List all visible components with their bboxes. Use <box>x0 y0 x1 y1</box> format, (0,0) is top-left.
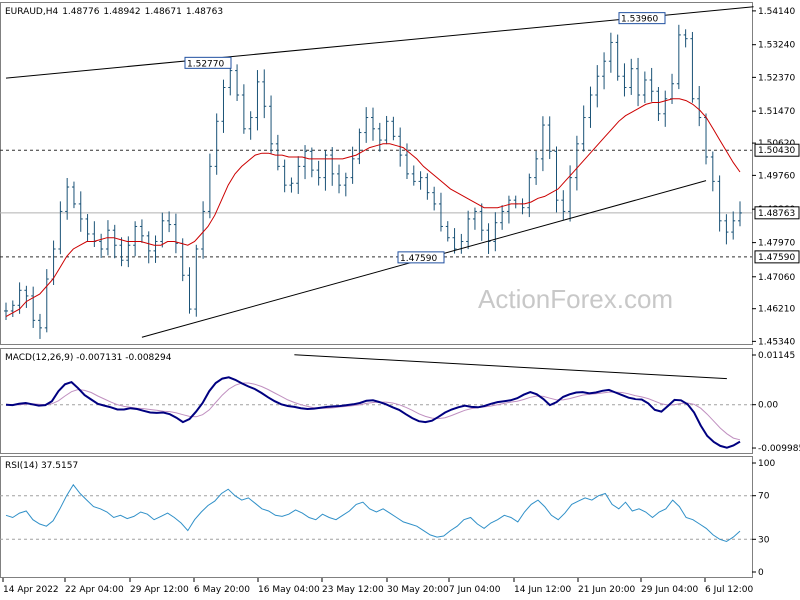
rsi-title: RSI(14) 37.5157 <box>5 461 78 471</box>
rsi-line <box>5 483 741 543</box>
rsi-tick-3: 0 <box>758 568 764 578</box>
price-tick-5: 1.49760 <box>758 171 795 181</box>
price-low: 1.48671 <box>145 7 182 17</box>
price-tick-7: 1.47970 <box>758 239 795 249</box>
rsi-tick-1: 70 <box>758 492 770 502</box>
time-tick-3: 6 May 20:00 <box>194 585 250 595</box>
price-title: EURAUD,H4 1.48776 1.48942 1.48671 1.48763 <box>5 7 223 17</box>
axes: 1.541401.532401.523701.514701.506201.497… <box>2 7 800 595</box>
low-label: 1.47590 <box>400 254 437 264</box>
macd-plot <box>0 354 752 449</box>
price-tick-9: 1.46210 <box>758 305 795 315</box>
macd-trendline-0 <box>294 354 727 380</box>
time-tick-7: 7 Jun 04:00 <box>449 585 501 595</box>
time-tick-6: 30 May 20:00 <box>387 585 449 595</box>
price-open: 1.48776 <box>62 7 99 17</box>
time-tick-5: 23 May 12:00 <box>322 585 384 595</box>
time-tick-2: 29 Apr 12:00 <box>130 585 189 595</box>
price-tick-10: 1.45340 <box>758 337 795 347</box>
macd-title: MACD(12,26,9) -0.007131 -0.008294 <box>5 353 172 363</box>
time-tick-0: 14 Apr 2022 <box>3 585 59 595</box>
macd-tick-2: -0.009985 <box>758 444 800 454</box>
macd-tick-0: 0.01145 <box>758 351 795 361</box>
macd-tick-1: 0.00 <box>758 401 778 411</box>
macd-signal-line <box>5 382 741 441</box>
time-tick-1: 22 Apr 04:00 <box>65 585 124 595</box>
price-tick-2: 1.52370 <box>758 73 795 83</box>
rsi-tick-0: 100 <box>758 459 775 469</box>
time-tick-9: 21 Jun 20:00 <box>578 585 635 595</box>
time-tick-8: 14 Jun 12:00 <box>514 585 571 595</box>
high-label-1: 1.52770 <box>187 59 224 69</box>
price-high: 1.48942 <box>103 7 140 17</box>
watermark: ActionForex.com <box>478 284 673 314</box>
time-tick-10: 29 Jun 04:00 <box>641 585 698 595</box>
time-tick-11: 6 Jul 12:00 <box>705 585 754 595</box>
macd-line <box>5 376 741 449</box>
level-tag-lower: 1.47590 <box>758 253 795 263</box>
price-symbol: EURAUD,H4 <box>5 7 58 17</box>
time-tick-4: 16 May 04:00 <box>258 585 320 595</box>
price-tick-0: 1.54140 <box>758 7 795 17</box>
price-tick-1: 1.53240 <box>758 41 795 51</box>
close-tag: 1.48763 <box>758 209 795 219</box>
chart-canvas: ActionForex.com 1.52770 1.53960 1.47590 1.… <box>0 2 800 595</box>
rsi-plot <box>0 483 752 543</box>
price-tick-3: 1.51470 <box>758 107 795 117</box>
rsi-tick-2: 30 <box>758 535 770 545</box>
price-tick-8: 1.47060 <box>758 273 795 283</box>
level-tag-upper: 1.50430 <box>758 146 795 156</box>
high-label-2: 1.53960 <box>621 15 658 25</box>
price-close: 1.48763 <box>186 7 223 17</box>
